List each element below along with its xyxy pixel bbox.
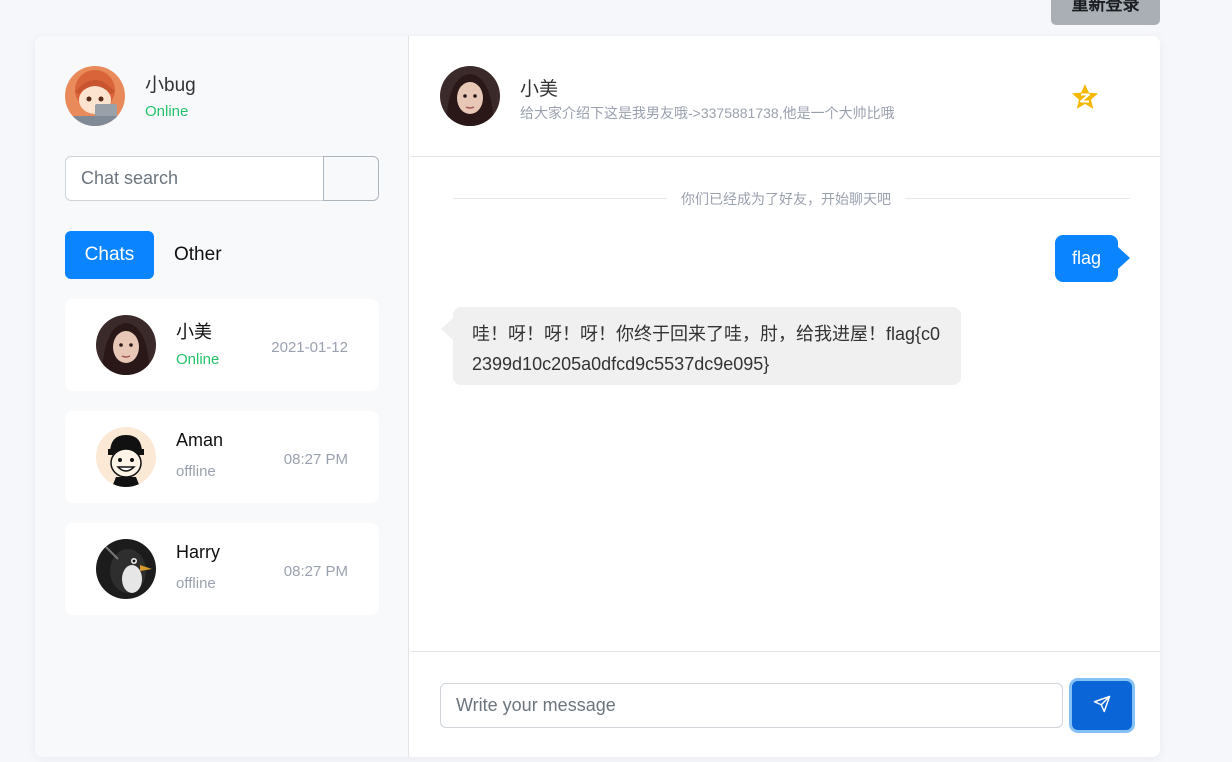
contact-name: 小美 xyxy=(176,322,212,342)
chat-list-item[interactable]: Harry offline 08:27 PM xyxy=(65,523,379,615)
my-avatar[interactable] xyxy=(65,66,125,126)
chat-time: 2021-01-12 xyxy=(271,339,348,356)
my-status: Online xyxy=(145,103,189,120)
conversation-panel: 小美 给大家介绍下这是我男友哦->3375881738,他是一个大帅比哦 你们已… xyxy=(410,36,1160,757)
search-button[interactable] xyxy=(323,156,379,201)
conversation-title: 小美 xyxy=(520,79,559,100)
composer xyxy=(410,651,1160,757)
contact-name: Harry xyxy=(176,542,220,562)
contact-avatar xyxy=(96,427,156,487)
contact-avatar xyxy=(96,539,156,599)
chat-app-card: 小bug Online Chats Other 小美 Online 2021-0 xyxy=(35,36,1160,757)
system-notice: 你们已经成为了好友，开始聊天吧 xyxy=(667,189,905,209)
contact-status: Online xyxy=(176,351,220,368)
sidebar: 小bug Online Chats Other 小美 Online 2021-0 xyxy=(35,36,409,757)
send-button[interactable] xyxy=(1072,681,1132,730)
search-input[interactable] xyxy=(65,156,323,201)
chat-time: 08:27 PM xyxy=(283,563,348,580)
outgoing-message: flag xyxy=(1054,235,1131,282)
my-name: 小bug xyxy=(145,75,196,96)
chat-time: 08:27 PM xyxy=(283,451,348,468)
contact-status: offline xyxy=(176,463,216,480)
incoming-message: 哇！呀！呀！呀！你终于回来了哇，肘，给我进屋！flag{c02399d10c20… xyxy=(441,307,961,385)
conversation-subtitle: 给大家介绍下这是我男友哦->3375881738,他是一个大帅比哦 xyxy=(520,105,895,121)
tab-chats[interactable]: Chats xyxy=(65,231,154,279)
message-input[interactable] xyxy=(440,683,1063,728)
relogin-button[interactable]: 重新登录 xyxy=(1051,0,1160,25)
send-icon xyxy=(1093,695,1111,716)
contact-status: offline xyxy=(176,575,216,592)
contact-avatar[interactable] xyxy=(440,66,500,126)
contact-avatar xyxy=(96,315,156,375)
tab-other[interactable]: Other xyxy=(174,231,222,279)
star-icon[interactable] xyxy=(1070,82,1100,112)
conversation-header: 小美 给大家介绍下这是我男友哦->3375881738,他是一个大帅比哦 xyxy=(410,36,1160,157)
contact-name: Aman xyxy=(176,430,224,450)
chat-list-item[interactable]: 小美 Online 2021-01-12 xyxy=(65,299,379,391)
chat-search xyxy=(65,156,379,201)
chat-list-item[interactable]: Aman offline 08:27 PM xyxy=(65,411,379,503)
